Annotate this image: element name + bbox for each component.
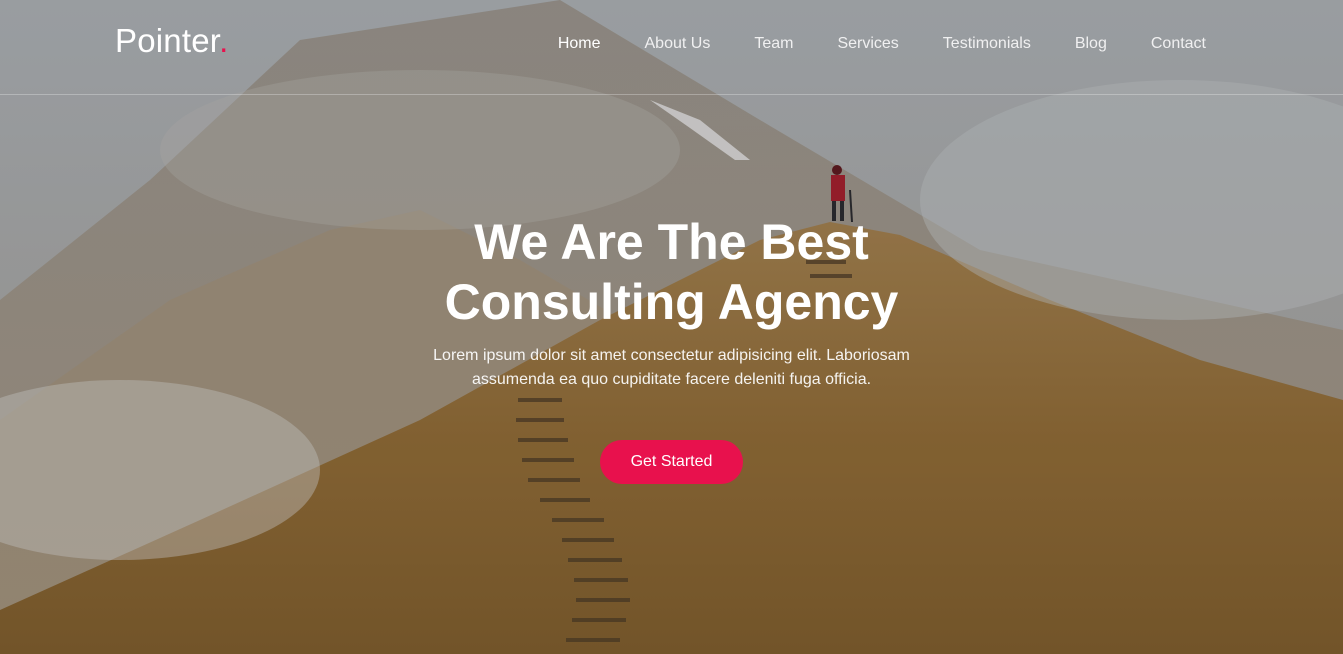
- nav-team[interactable]: Team: [754, 35, 793, 53]
- nav-testimonials[interactable]: Testimonials: [943, 35, 1031, 53]
- nav-home[interactable]: Home: [558, 35, 601, 53]
- nav-blog[interactable]: Blog: [1075, 35, 1107, 53]
- hero-title: We Are The Best Consulting Agency: [392, 212, 952, 332]
- hero-section: Pointer. Home About Us Team Services Tes…: [0, 0, 1343, 654]
- main-nav: Home About Us Team Services Testimonials…: [514, 35, 1206, 53]
- brand-dot: .: [219, 22, 229, 59]
- nav-services[interactable]: Services: [837, 35, 898, 53]
- nav-about-us[interactable]: About Us: [645, 35, 711, 53]
- hero-subtitle: Lorem ipsum dolor sit amet consectetur a…: [433, 347, 910, 388]
- get-started-button[interactable]: Get Started: [599, 440, 744, 484]
- hero-title-line2: Consulting Agency: [444, 274, 899, 330]
- brand-logo[interactable]: Pointer.: [115, 22, 229, 60]
- hero-content: We Are The Best Consulting Agency Lorem …: [0, 212, 1343, 484]
- navbar: Pointer. Home About Us Team Services Tes…: [0, 0, 1343, 95]
- brand-name: Pointer: [115, 22, 220, 59]
- nav-contact[interactable]: Contact: [1151, 35, 1206, 53]
- hero-title-line1: We Are The Best: [474, 214, 869, 270]
